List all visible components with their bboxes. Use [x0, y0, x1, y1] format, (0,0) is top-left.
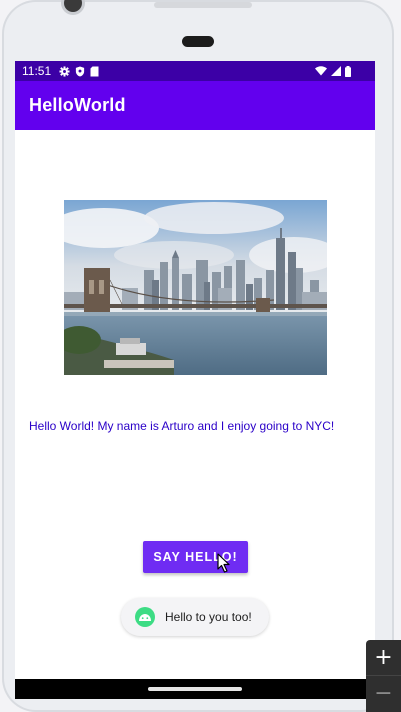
toast-text: Hello to you too! [165, 610, 252, 624]
front-camera [64, 0, 82, 12]
sd-card-icon [90, 66, 99, 76]
phone-screen: 11:51 HelloWorld Hello World! My name is… [15, 61, 375, 699]
signal-icon [331, 66, 341, 76]
phone-device: 11:51 HelloWorld Hello World! My name is… [0, 0, 401, 712]
status-icons-right [315, 65, 351, 77]
zoom-in-button[interactable]: + [366, 640, 401, 674]
say-hello-button[interactable]: SAY HELLO! [143, 541, 248, 573]
nyc-skyline-image [64, 200, 327, 375]
app-title: HelloWorld [29, 95, 126, 115]
gear-icon [59, 65, 70, 77]
zoom-out-button[interactable]: − [366, 676, 401, 710]
mouse-cursor-icon [217, 553, 230, 573]
wifi-icon [315, 66, 327, 76]
android-icon [135, 607, 155, 627]
status-icons-left [59, 65, 99, 77]
status-bar: 11:51 [15, 61, 375, 81]
navigation-bar [15, 679, 375, 699]
top-slot [154, 2, 252, 8]
home-gesture-handle[interactable] [148, 687, 242, 691]
battery-icon [345, 65, 351, 77]
greeting-message: Hello World! My name is Arturo and I enj… [29, 419, 335, 433]
emulator-zoom-panel: + − [366, 640, 401, 712]
earpiece-speaker [182, 36, 214, 47]
app-bar: HelloWorld [15, 81, 375, 130]
status-time: 11:51 [22, 64, 52, 78]
shield-icon [76, 65, 85, 77]
toast-message: Hello to you too! [121, 598, 269, 636]
